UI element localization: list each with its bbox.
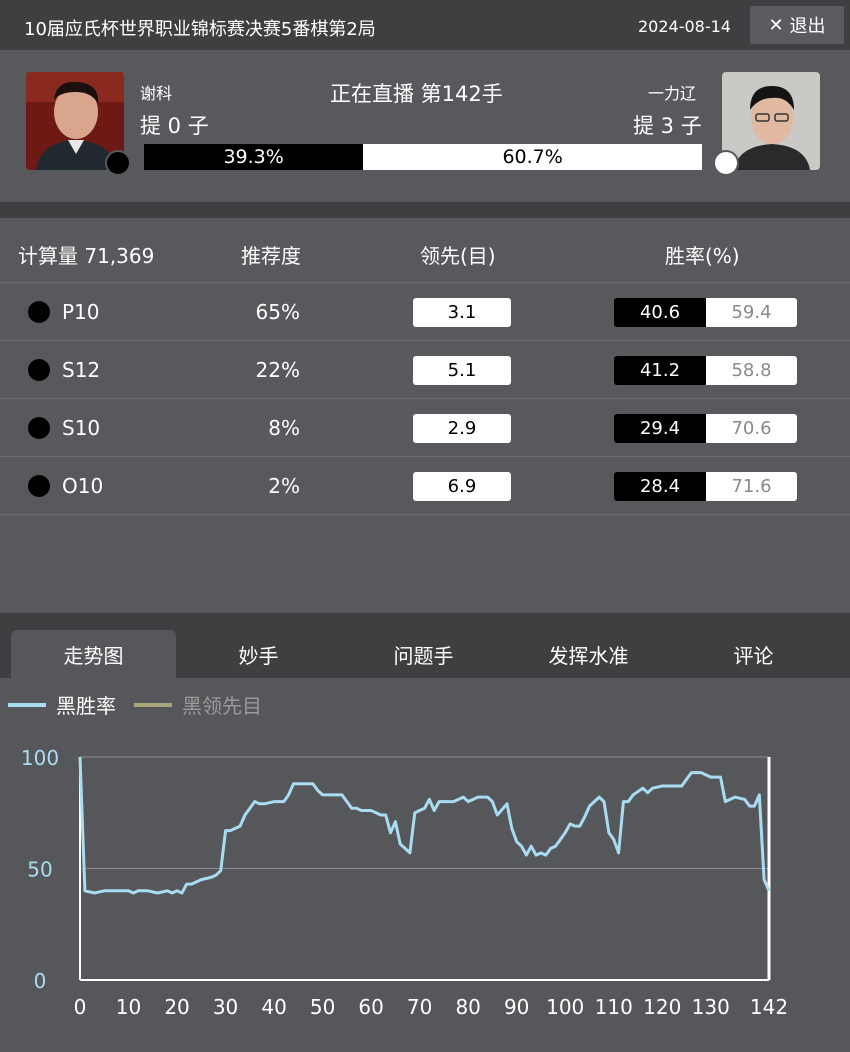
winrate-split: 29.4 70.6 (614, 414, 797, 443)
black-winrate-value: 40.6 (614, 298, 706, 327)
move-coordinate: O10 (62, 474, 104, 498)
x-tick-label: 30 (213, 995, 238, 1019)
y-tick-label: 0 (34, 969, 47, 993)
candidate-move-row[interactable]: P10 65% 3.1 40.6 59.4 (0, 282, 850, 340)
winrate-bar: 39.3% 60.7% (144, 144, 702, 170)
x-tick-label: 110 (595, 995, 633, 1019)
white-captured: 提 3 子 (633, 114, 702, 138)
legend-item-lead[interactable]: 黑领先目 (182, 690, 262, 719)
black-stone-icon (28, 417, 50, 439)
x-tick-label: 0 (74, 995, 87, 1019)
lead-value: 6.9 (413, 472, 511, 501)
series-line-winrate (78, 756, 771, 895)
black-winrate-value: 28.4 (614, 472, 706, 501)
black-stone-icon (28, 475, 50, 497)
tab-brilliant-moves[interactable]: 妙手 (176, 630, 341, 678)
white-winrate-fill: 60.7% (363, 144, 702, 170)
black-player-name: 谢科 (140, 84, 173, 103)
black-stone-icon (28, 301, 50, 323)
tab-trend[interactable]: 走势图 (11, 630, 176, 678)
white-player-name: 一力辽 (648, 84, 697, 103)
match-title: 10届应氏杯世界职业锦标赛决赛5番棋第2局 (24, 19, 376, 40)
x-tick-label: 142 (750, 995, 788, 1019)
winrate-header: 胜率(%) (665, 244, 740, 268)
x-tick-label: 10 (116, 995, 141, 1019)
black-winrate-value: 29.4 (614, 414, 706, 443)
white-stone-icon (713, 150, 739, 176)
section-divider (0, 613, 850, 630)
x-tick-label: 70 (407, 995, 432, 1019)
white-winrate-value: 59.4 (706, 298, 797, 327)
x-tick-label: 80 (455, 995, 480, 1019)
tab-comments[interactable]: 评论 (671, 630, 836, 678)
x-tick-label: 20 (164, 995, 189, 1019)
exit-label: 退出 (789, 16, 826, 37)
trend-chart[interactable]: 0 50 100 0 10 20 30 40 50 60 70 80 90 100 110 120 130 142 (0, 720, 850, 1030)
section-divider (0, 202, 850, 218)
row-divider (0, 514, 850, 515)
legend-item-winrate[interactable]: 黑胜率 (56, 690, 116, 719)
live-status: 正在直播 第142手 (330, 82, 503, 106)
lead-header: 领先(目) (420, 244, 496, 268)
x-tick-label: 90 (504, 995, 529, 1019)
exit-button[interactable]: ✕ 退出 (750, 6, 844, 44)
winrate-split: 28.4 71.6 (614, 472, 797, 501)
black-captured: 提 0 子 (140, 114, 209, 138)
x-tick-label: 120 (643, 995, 681, 1019)
title-bar: 10届应氏杯世界职业锦标赛决赛5番棋第2局 2024-08-14 ✕ 退出 (0, 0, 850, 50)
black-winrate-value: 41.2 (614, 356, 706, 385)
lead-value: 5.1 (413, 356, 511, 385)
move-coordinate: S10 (62, 416, 101, 440)
y-tick-label: 100 (21, 746, 59, 770)
recommend-value: 65% (255, 300, 300, 324)
move-coordinate: P10 (62, 300, 100, 324)
x-tick-label: 130 (692, 995, 730, 1019)
black-stone-icon (105, 150, 131, 176)
computation-header: 计算量 71,369 (18, 244, 155, 268)
x-tick-label: 100 (546, 995, 584, 1019)
match-date: 2024-08-14 (638, 17, 731, 36)
winrate-split: 40.6 59.4 (614, 298, 797, 327)
x-tick-label: 60 (358, 995, 383, 1019)
white-winrate-value: 70.6 (706, 414, 797, 443)
legend-swatch-winrate (8, 702, 46, 707)
recommend-value: 8% (268, 416, 300, 440)
tab-problem-moves[interactable]: 问题手 (341, 630, 506, 678)
recommend-header: 推荐度 (241, 244, 301, 268)
move-coordinate: S12 (62, 358, 101, 382)
tab-performance[interactable]: 发挥水准 (506, 630, 671, 678)
chart-legend: 黑胜率 黑领先目 (8, 690, 262, 719)
black-stone-icon (28, 359, 50, 381)
legend-swatch-lead (134, 702, 172, 707)
lead-value: 3.1 (413, 298, 511, 327)
lead-value: 2.9 (413, 414, 511, 443)
winrate-split: 41.2 58.8 (614, 356, 797, 385)
candidate-move-row[interactable]: S10 8% 2.9 29.4 70.6 (0, 398, 850, 456)
white-winrate-value: 71.6 (706, 472, 797, 501)
candidate-move-row[interactable]: S12 22% 5.1 41.2 58.8 (0, 340, 850, 398)
recommend-value: 22% (255, 358, 300, 382)
x-tick-label: 40 (261, 995, 286, 1019)
tab-bar: 走势图 妙手 问题手 发挥水准 评论 (0, 630, 850, 678)
y-tick-label: 50 (27, 858, 52, 882)
recommend-value: 2% (268, 474, 300, 498)
x-tick-label: 50 (310, 995, 335, 1019)
close-icon: ✕ (768, 14, 784, 36)
black-winrate-fill: 39.3% (144, 144, 364, 170)
candidate-move-row[interactable]: O10 2% 6.9 28.4 71.6 (0, 456, 850, 514)
white-winrate-value: 58.8 (706, 356, 797, 385)
